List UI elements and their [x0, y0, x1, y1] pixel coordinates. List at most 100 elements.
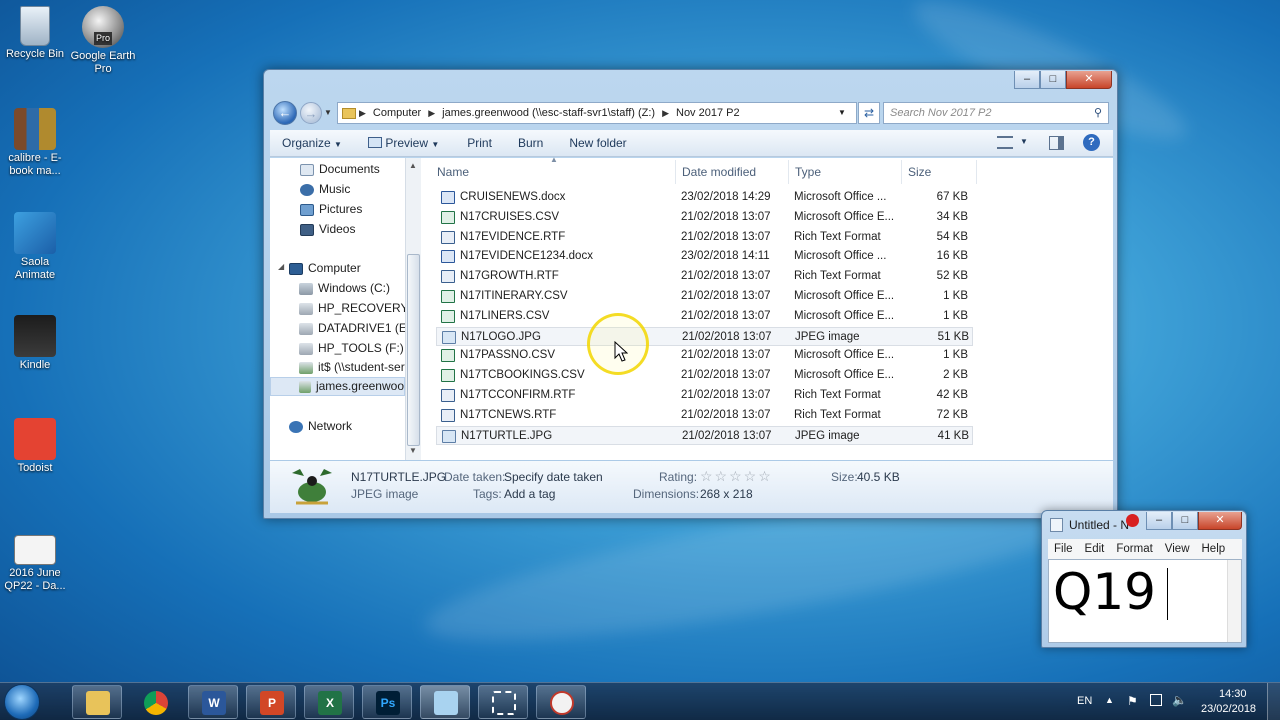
nav-item-drive-d[interactable]: HP_RECOVERY (D: [299, 299, 405, 318]
column-header-date-modified[interactable]: Date modified [676, 160, 789, 184]
notepad-minimize-button[interactable]: – [1146, 512, 1172, 530]
column-header-size[interactable]: Size [902, 160, 977, 184]
clock-date[interactable]: 23/02/2018 [1201, 703, 1256, 715]
search-input[interactable]: Search Nov 2017 P2 ⚲ [883, 102, 1109, 124]
notepad-close-button[interactable]: ✕ [1198, 512, 1242, 530]
file-row[interactable]: N17TCBOOKINGS.CSV 21/02/2018 13:07 Microso… [436, 366, 973, 385]
nav-item-videos[interactable]: Videos [300, 220, 355, 239]
menu-help[interactable]: Help [1196, 543, 1232, 555]
expand-arrow-icon[interactable]: ◢ [278, 262, 284, 271]
breadcrumb-drive-z[interactable]: james.greenwood (\\esc-staff-svr1\staff)… [438, 107, 659, 119]
nav-pane-scrollbar[interactable]: ▲ ▼ [405, 158, 421, 460]
desktop-icon-recycle-bin[interactable]: Recycle Bin [0, 6, 70, 61]
language-indicator[interactable]: EN [1077, 695, 1092, 707]
file-row[interactable]: N17GROWTH.RTF 21/02/2018 13:07 Rich Text F… [436, 267, 973, 286]
nav-item-music[interactable]: Music [300, 180, 350, 199]
nav-item-network-share-james[interactable]: james.greenwoo [270, 377, 405, 396]
organize-button[interactable]: Organize ▼ [270, 136, 351, 150]
close-button[interactable]: ✕ [1066, 71, 1112, 89]
file-row[interactable]: N17EVIDENCE.RTF 21/02/2018 13:07 Rich Text… [436, 228, 973, 247]
menu-format[interactable]: Format [1110, 543, 1158, 555]
taskbar-photoshop[interactable]: Ps [362, 685, 412, 719]
nav-item-drive-c[interactable]: Windows (C:) [299, 279, 390, 298]
notepad-maximize-button[interactable]: □ [1172, 512, 1198, 530]
scroll-down-arrow-icon[interactable]: ▼ [409, 446, 417, 455]
address-dropdown-button[interactable]: ▼ [838, 108, 846, 117]
taskbar-notepad[interactable] [420, 685, 470, 719]
file-row[interactable]: N17TCNEWS.RTF 21/02/2018 13:07 Rich Text F… [436, 406, 973, 425]
back-button[interactable]: ← [273, 101, 297, 125]
taskbar-explorer[interactable] [72, 685, 122, 719]
notepad-scrollbar[interactable] [1227, 560, 1241, 642]
file-row[interactable]: N17CRUISES.CSV 21/02/2018 13:07 Microsoft … [436, 208, 973, 227]
taskbar-paint[interactable] [536, 685, 586, 719]
rating-label: Rating: [659, 470, 698, 484]
nav-item-drive-f[interactable]: HP_TOOLS (F:) [299, 339, 404, 358]
change-view-icon[interactable] [997, 136, 1013, 149]
preview-pane-icon[interactable] [1049, 136, 1064, 150]
address-bar[interactable]: ▶ Computer ▶ james.greenwood (\\esc-staf… [337, 102, 857, 124]
breadcrumb-chevron-icon[interactable]: ▶ [425, 108, 438, 119]
file-row[interactable]: N17EVIDENCE1234.docx 23/02/2018 14:11 Micr… [436, 247, 973, 266]
breadcrumb-computer[interactable]: Computer [369, 107, 425, 119]
volume-muted-icon[interactable]: 🔈 [1172, 693, 1187, 707]
desktop-icon-google-earth-pro[interactable]: Pro Google Earth Pro [68, 6, 138, 76]
file-row[interactable]: N17LINERS.CSV 21/02/2018 13:07 Microsoft O… [436, 307, 973, 326]
file-row[interactable]: CRUISENEWS.docx 23/02/2018 14:29 Microsoft… [436, 188, 973, 207]
search-icon[interactable]: ⚲ [1094, 103, 1102, 123]
file-row[interactable]: N17ITINERARY.CSV 21/02/2018 13:07 Microsof… [436, 287, 973, 306]
file-row[interactable]: N17LOGO.JPG 21/02/2018 13:07 JPEG image 51 … [436, 326, 973, 346]
column-header-type[interactable]: Type [789, 160, 902, 184]
clock-time[interactable]: 14:30 [1219, 688, 1247, 700]
recent-pages-dropdown[interactable]: ▼ [324, 108, 332, 117]
breadcrumb-chevron-icon[interactable]: ▶ [659, 108, 672, 119]
word-doc-icon [441, 250, 455, 264]
breadcrumb-chevron-icon[interactable]: ▶ [356, 108, 369, 119]
help-icon[interactable]: ? [1083, 134, 1100, 151]
file-row[interactable]: N17TCCONFIRM.RTF 21/02/2018 13:07 Rich Tex… [436, 386, 973, 405]
nav-item-network[interactable]: Network [289, 417, 352, 436]
desktop-icon-saola-animate[interactable]: Saola Animate [0, 212, 70, 282]
taskbar-snipping-tool[interactable] [478, 685, 528, 719]
file-row[interactable]: N17TURTLE.JPG 21/02/2018 13:07 JPEG image 4… [436, 425, 973, 445]
minimize-button[interactable]: – [1014, 71, 1040, 89]
burn-button[interactable]: Burn [509, 136, 552, 150]
file-row[interactable]: N17PASSNO.CSV 21/02/2018 13:07 Microsoft O… [436, 346, 973, 365]
new-folder-button[interactable]: New folder [560, 136, 635, 150]
rating-stars[interactable]: ☆☆☆☆☆ [700, 468, 773, 485]
nav-item-network-share-it[interactable]: it$ (\\student-ser [299, 358, 405, 377]
menu-edit[interactable]: Edit [1079, 543, 1111, 555]
tags-value[interactable]: Add a tag [504, 487, 555, 501]
chevron-down-icon[interactable]: ▼ [1020, 137, 1028, 146]
desktop-icon-calibre[interactable]: calibre - E-book ma... [0, 108, 70, 178]
print-button[interactable]: Print [458, 136, 501, 150]
scrollbar-thumb[interactable] [407, 254, 420, 446]
nav-item-pictures[interactable]: Pictures [300, 200, 362, 219]
action-center-flag-icon[interactable]: ⚑ [1127, 694, 1138, 708]
nav-item-documents[interactable]: Documents [300, 160, 380, 179]
menu-file[interactable]: File [1048, 543, 1079, 555]
menu-view[interactable]: View [1159, 543, 1196, 555]
refresh-button[interactable]: ⇄ [858, 102, 880, 124]
date-taken-value[interactable]: Specify date taken [504, 470, 603, 484]
nav-item-drive-e[interactable]: DATADRIVE1 (E:) [299, 319, 405, 338]
nav-item-computer[interactable]: Computer [289, 259, 361, 278]
maximize-button[interactable]: □ [1040, 71, 1066, 89]
taskbar-word[interactable]: W [188, 685, 238, 719]
desktop-icon-2016-june-qp22[interactable]: 2016 June QP22 - Da... [0, 535, 70, 593]
desktop-icon-todoist[interactable]: Todoist [0, 418, 70, 475]
taskbar-excel[interactable]: X [304, 685, 354, 719]
breadcrumb-nov-2017-p2[interactable]: Nov 2017 P2 [672, 107, 744, 119]
forward-button[interactable]: → [300, 102, 322, 124]
show-desktop-button[interactable] [1267, 683, 1280, 720]
power-icon[interactable] [1150, 694, 1162, 706]
start-button[interactable] [4, 684, 40, 720]
desktop-icon-kindle[interactable]: Kindle [0, 315, 70, 372]
preview-button[interactable]: Preview ▼ [359, 136, 448, 150]
taskbar-powerpoint[interactable]: P [246, 685, 296, 719]
taskbar-chrome[interactable] [130, 685, 180, 719]
documents-icon [300, 163, 314, 176]
notepad-text-area[interactable]: Q19 [1048, 559, 1242, 643]
scroll-up-arrow-icon[interactable]: ▲ [409, 161, 417, 170]
show-hidden-icons-icon[interactable]: ▲ [1105, 695, 1114, 705]
